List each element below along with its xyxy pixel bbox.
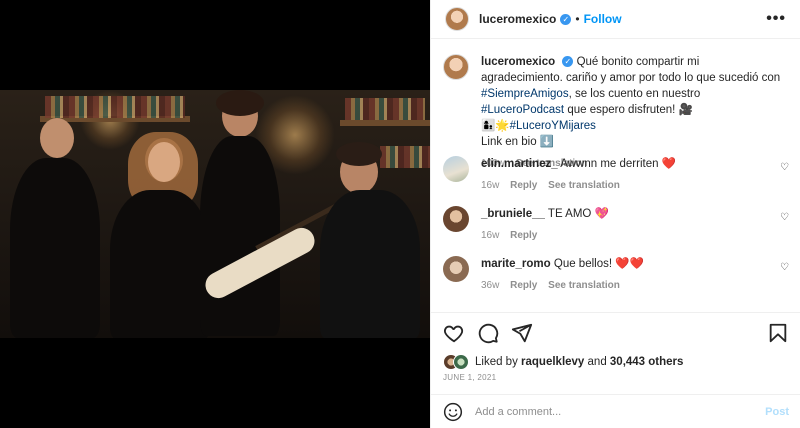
follow-button[interactable]: Follow [584,12,622,26]
comment-time[interactable]: 16w [481,230,499,241]
see-translation-link[interactable]: See translation [548,280,620,291]
see-translation-link[interactable]: See translation [548,180,620,191]
hair [216,90,264,116]
comment: elin.martinez_ Awwnn me derriten ❤️ 16w … [443,156,789,194]
caption-username[interactable]: luceromexico [481,56,555,68]
comment-emoji: 💖 [594,208,609,220]
comment-username[interactable]: marite_romo [481,258,551,270]
video-frame[interactable] [0,90,430,338]
comment-text: TE AMO [547,208,592,220]
hashtag-link[interactable]: #SiempreAmigos [481,88,569,100]
caption-emoji: 👩‍👦🌟 [481,120,510,132]
more-icon[interactable]: ••• [766,10,786,28]
comment-meta: 16w Reply See translation [481,178,789,194]
comment: marite_romo Que bellos! ❤️❤️ 36w Reply S… [443,256,789,294]
comment-meta: 36w Reply See translation [481,278,789,294]
emoji-icon[interactable] [443,402,463,422]
comment-icon[interactable] [477,322,499,344]
books [345,98,425,120]
comment-text: Awwnn me derriten [560,158,659,170]
books [380,146,430,168]
hashtag-link[interactable]: #LuceroPodcast [481,104,564,116]
comment-emoji: ❤️ [661,158,677,170]
reply-button[interactable]: Reply [510,180,537,191]
caption: luceromexico ✓ Qué bonito compartir mi a… [443,54,783,172]
caption-link-line: Link en bio ⬇️ [481,136,555,148]
avatar[interactable] [443,54,469,80]
avatar[interactable] [445,7,469,31]
reply-button[interactable]: Reply [510,230,537,241]
comment-meta: 16w Reply [481,228,789,244]
person [110,190,210,338]
comment-body: marite_romo Que bellos! ❤️❤️ 36w Reply S… [481,256,789,294]
comments-list[interactable]: luceromexico ✓ Qué bonito compartir mi a… [431,40,800,310]
person-face [148,142,180,182]
comment-body: elin.martinez_ Awwnn me derriten ❤️ 16w … [481,156,789,194]
avatar[interactable] [443,206,469,232]
caption-text: luceromexico ✓ Qué bonito compartir mi a… [481,54,783,172]
heart-icon[interactable] [443,322,465,344]
post-date[interactable]: JUNE 1, 2021 [443,373,496,382]
comment-like-icon[interactable]: ♡ [780,262,789,273]
comment-text: Que bellos! [553,258,613,270]
books [45,96,185,118]
share-icon[interactable] [511,322,533,344]
comment-like-icon[interactable]: ♡ [780,162,789,173]
reply-button[interactable]: Reply [510,280,537,291]
verified-icon: ✓ [562,56,574,67]
post-username[interactable]: luceromexico [479,12,556,26]
comment-emoji: ❤️❤️ [615,258,644,270]
bookmark-icon[interactable] [767,322,789,344]
person [10,158,100,338]
comment-username[interactable]: elin.martinez_ [481,158,558,170]
person [320,190,420,338]
comment-input[interactable] [475,405,766,418]
comment-body: _bruniele__ TE AMO 💖 16w Reply [481,206,789,244]
post-media[interactable] [0,0,430,428]
hashtag-link[interactable]: #LuceroYMijares [510,120,596,132]
caption-segment: , se los cuento en nuestro [568,88,701,100]
person [200,136,280,336]
liker-username[interactable]: raquelklevy [521,356,584,368]
comment-time[interactable]: 36w [481,280,499,291]
likes-middle: and [584,356,610,368]
hair [336,142,382,166]
post-header: luceromexico ✓ • Follow ••• [431,0,800,39]
verified-icon: ✓ [560,13,572,25]
liker-avatar[interactable] [453,354,469,370]
likes-prefix: Liked by [475,356,522,368]
post-panel: luceromexico ✓ • Follow ••• luceromexico… [430,0,800,428]
likes-summary: Liked by raquelklevy and 30,443 others [443,352,683,372]
action-bar [431,312,800,352]
avatar[interactable] [443,156,469,182]
shelf [340,120,430,126]
separator-dot: • [575,12,580,26]
add-comment-row: Post [431,394,800,428]
person-head [40,118,74,158]
comment-username[interactable]: _bruniele__ [481,208,545,220]
comment-like-icon[interactable]: ♡ [780,212,789,223]
avatar[interactable] [443,256,469,282]
post-button[interactable]: Post [765,406,789,418]
comment: _bruniele__ TE AMO 💖 16w Reply ♡ [443,206,789,244]
likes-count[interactable]: 30,443 others [610,356,684,368]
comment-time[interactable]: 16w [481,180,499,191]
likes-text: Liked by raquelklevy and 30,443 others [475,356,683,368]
caption-segment: que espero disfruten! 🎥 [564,104,693,116]
